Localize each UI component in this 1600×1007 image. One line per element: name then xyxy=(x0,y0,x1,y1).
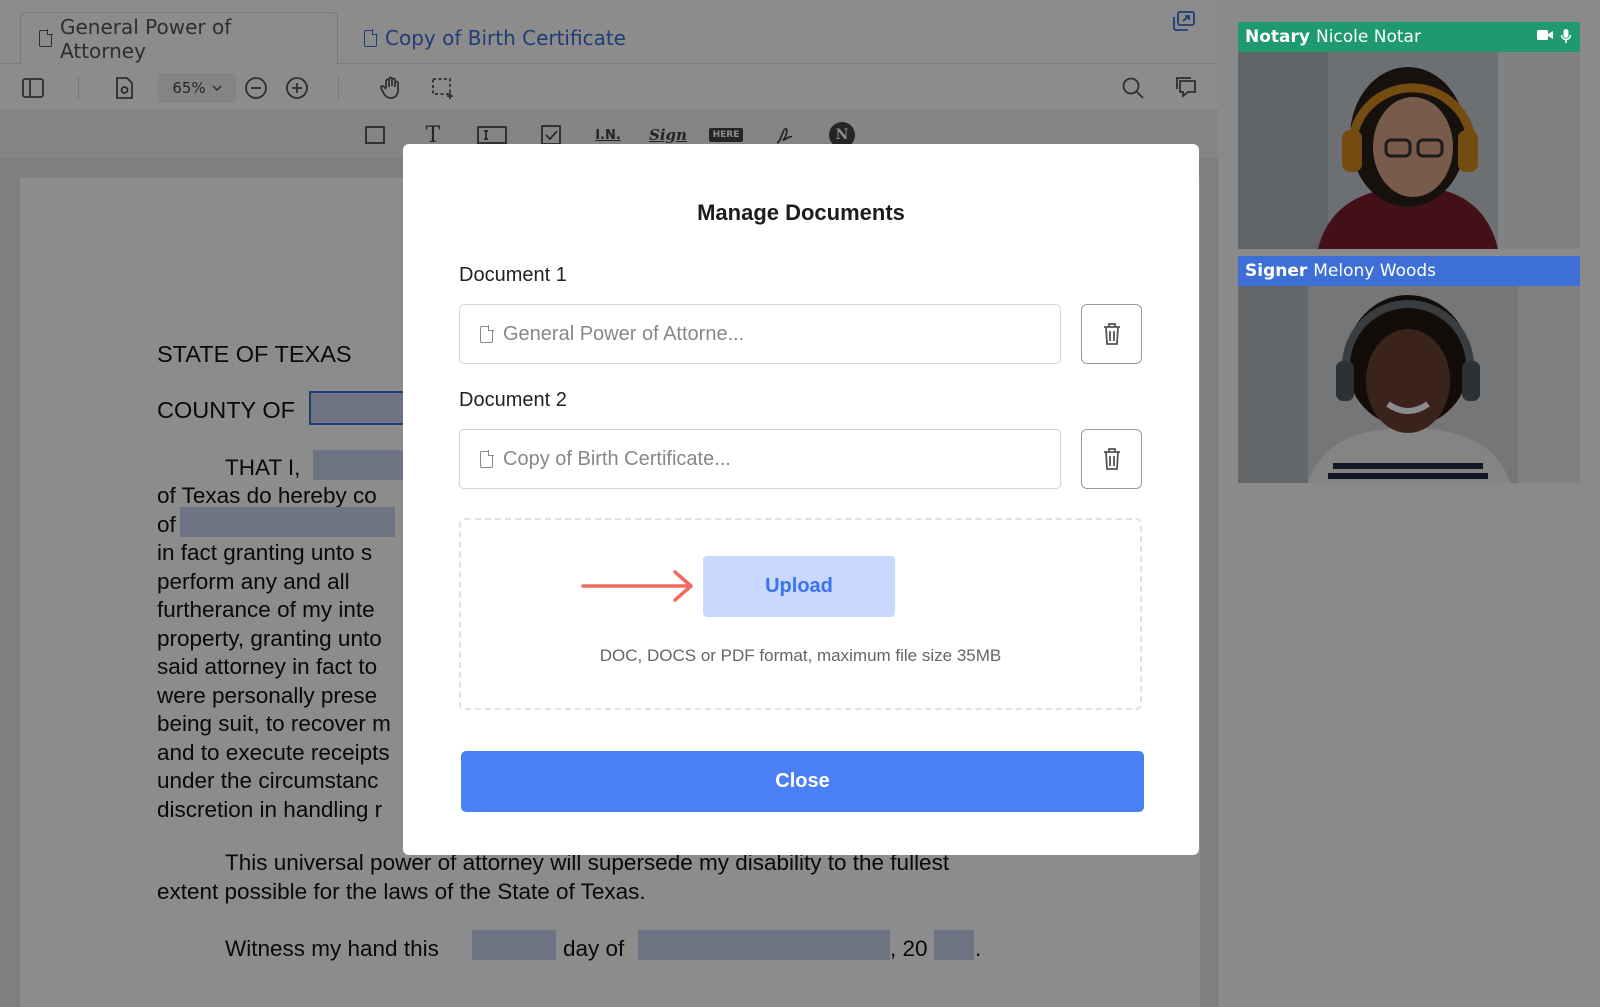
file-icon xyxy=(480,324,494,343)
participant-name: Nicole Notar xyxy=(1315,27,1421,47)
file-icon xyxy=(480,449,494,468)
document-1-label: Document 1 xyxy=(459,264,567,286)
trash-icon xyxy=(1103,448,1120,470)
document-1-name: General Power of Attorne... xyxy=(503,322,745,345)
trash-icon xyxy=(1103,323,1120,345)
document-2-field[interactable]: Copy of Birth Certificate... xyxy=(459,429,1061,489)
dialog-title: Manage Documents xyxy=(697,200,905,225)
arrow-right-icon xyxy=(581,570,693,602)
delete-document-1-button[interactable] xyxy=(1081,304,1142,364)
participant-name: Melony Woods xyxy=(1313,261,1437,281)
camera-icon[interactable] xyxy=(1536,28,1554,42)
manage-documents-dialog: Manage Documents Document 1 General Powe… xyxy=(403,144,1199,855)
delete-document-2-button[interactable] xyxy=(1081,429,1142,489)
microphone-icon[interactable] xyxy=(1560,28,1572,44)
document-1-field[interactable]: General Power of Attorne... xyxy=(459,304,1061,364)
upload-dropzone[interactable]: Upload DOC, DOCS or PDF format, maximum … xyxy=(459,518,1142,710)
document-2-name: Copy of Birth Certificate... xyxy=(503,447,731,470)
document-2-label: Document 2 xyxy=(459,389,567,411)
notary-name-bar: Notary Nicole Notar xyxy=(1238,22,1580,52)
upload-format-hint: DOC, DOCS or PDF format, maximum file si… xyxy=(599,646,1002,665)
app-root: General Power of Attorney Copy of Birth … xyxy=(0,0,1600,1007)
upload-button[interactable]: Upload xyxy=(703,556,895,617)
participant-role: Notary xyxy=(1245,27,1310,47)
participant-role: Signer xyxy=(1245,261,1308,281)
close-button[interactable]: Close xyxy=(461,751,1144,812)
signer-name-bar: Signer Melony Woods xyxy=(1238,256,1580,286)
